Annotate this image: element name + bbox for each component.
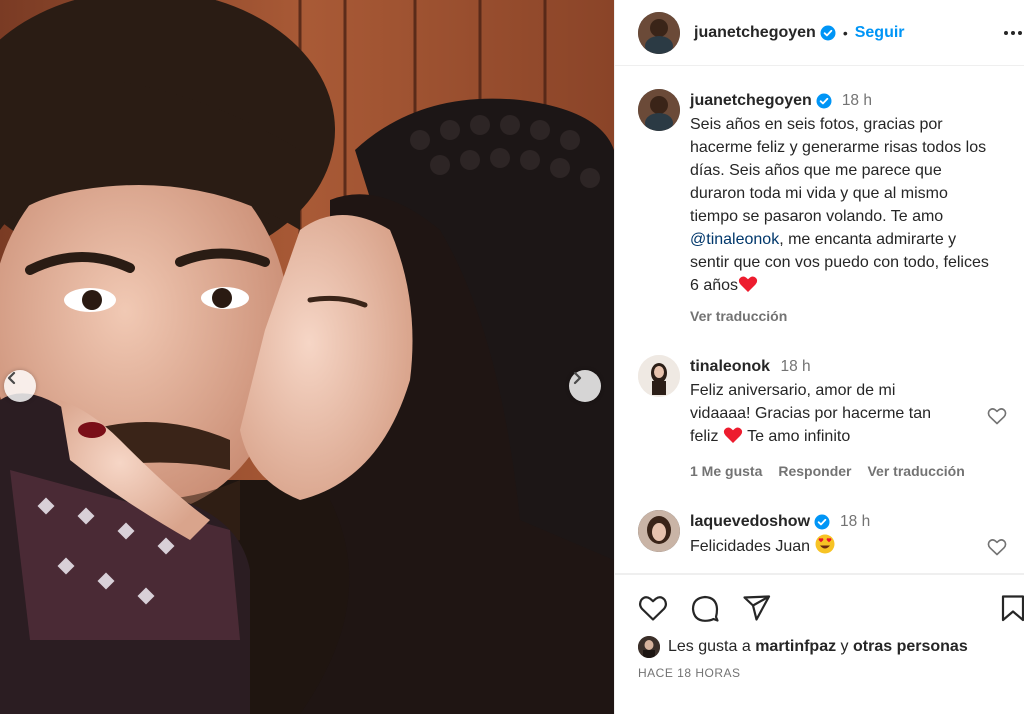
post-header: juanetchegoyen • Seguir	[615, 0, 1024, 66]
chevron-right-icon	[573, 371, 582, 385]
avatar-image	[638, 11, 680, 54]
previous-photo-button[interactable]	[4, 370, 36, 402]
comments-list: juanetchegoyen 18 h Seis años en seis fo…	[615, 67, 1024, 575]
caption-avatar[interactable]	[638, 89, 680, 131]
caption-text: Seis años en seis fotos, gracias por hac…	[690, 113, 990, 297]
red-heart-icon	[723, 427, 743, 443]
avatar-image	[638, 355, 680, 397]
comment-body: tinaleonok 18 h Feliz aniversario, amor …	[690, 355, 990, 483]
separator-dot: •	[842, 24, 848, 41]
heart-eyes-emoji-icon	[815, 534, 835, 554]
comment-text-part-2: Te amo infinito	[747, 428, 851, 445]
avatar-image	[638, 89, 680, 131]
verified-badge-icon	[820, 25, 836, 40]
like-comment-heart-icon[interactable]	[987, 538, 1007, 556]
post-photo	[0, 0, 614, 714]
heart-outline-icon[interactable]	[638, 594, 668, 622]
paper-plane-icon[interactable]	[742, 594, 772, 622]
others-link[interactable]: otras personas	[853, 638, 968, 656]
mention-link[interactable]: @tinaleonok	[690, 231, 779, 248]
red-heart-icon	[738, 276, 758, 292]
liker-avatar[interactable]	[638, 636, 660, 658]
comment-likes-count[interactable]: 1 Me gusta	[690, 460, 762, 483]
caption-comment: juanetchegoyen 18 h Seis años en seis fo…	[638, 89, 1013, 328]
author-username[interactable]: juanetchegoyen	[694, 24, 816, 42]
comment-item: tinaleonok 18 h Feliz aniversario, amor …	[638, 355, 1013, 483]
caption-username[interactable]: juanetchegoyen	[690, 89, 812, 112]
commenter-username[interactable]: tinaleonok	[690, 358, 770, 375]
caption-translate-link[interactable]: Ver traducción	[690, 305, 787, 328]
action-bar	[638, 594, 1024, 624]
comment-time[interactable]: 18 h	[780, 358, 810, 375]
verified-badge-icon	[814, 514, 830, 529]
chevron-left-icon	[7, 371, 16, 385]
comment-text: Felicidades Juan	[690, 534, 990, 558]
likes-joiner: y	[840, 638, 849, 655]
commenter-avatar[interactable]	[638, 355, 680, 397]
comment-item: laquevedoshow 18 h Felicidades Juan	[638, 510, 1013, 558]
comment-time[interactable]: 18 h	[840, 510, 870, 533]
post-side-panel: juanetchegoyen • Seguir juanetchegoyen 1…	[614, 0, 1024, 714]
verified-badge-icon	[816, 93, 832, 108]
comment-text: Feliz aniversario, amor de mi vidaaaa! G…	[690, 379, 960, 448]
comment-body: laquevedoshow 18 h Felicidades Juan	[690, 510, 990, 558]
likes-prefix: Les gusta a	[668, 638, 751, 655]
commenter-username[interactable]: laquevedoshow	[690, 510, 810, 533]
liker-username[interactable]: martinfpaz	[755, 638, 836, 656]
follow-button[interactable]: Seguir	[855, 24, 905, 42]
author-avatar[interactable]	[638, 11, 680, 54]
like-comment-heart-icon[interactable]	[987, 407, 1007, 425]
caption-time[interactable]: 18 h	[842, 89, 872, 112]
section-divider	[615, 573, 1024, 575]
avatar-image	[638, 510, 680, 552]
post-timestamp[interactable]: HACE 18 HORAS	[638, 666, 741, 680]
photo-illustration	[0, 0, 614, 714]
more-horizontal-icon[interactable]	[1002, 24, 1024, 42]
caption-text-part-1: Seis años en seis fotos, gracias por hac…	[690, 116, 987, 225]
comment-translate-link[interactable]: Ver traducción	[867, 460, 964, 483]
bookmark-icon[interactable]	[1000, 594, 1024, 622]
commenter-avatar[interactable]	[638, 510, 680, 552]
caption-body: juanetchegoyen 18 h Seis años en seis fo…	[690, 89, 990, 328]
comment-text-part-1: Felicidades Juan	[690, 538, 811, 555]
comment-bubble-icon[interactable]	[690, 594, 720, 622]
likes-summary: Les gusta a martinfpaz y otras personas	[638, 636, 968, 658]
reply-button[interactable]: Responder	[778, 460, 851, 483]
next-photo-button[interactable]	[569, 370, 601, 402]
avatar-image	[638, 636, 660, 658]
